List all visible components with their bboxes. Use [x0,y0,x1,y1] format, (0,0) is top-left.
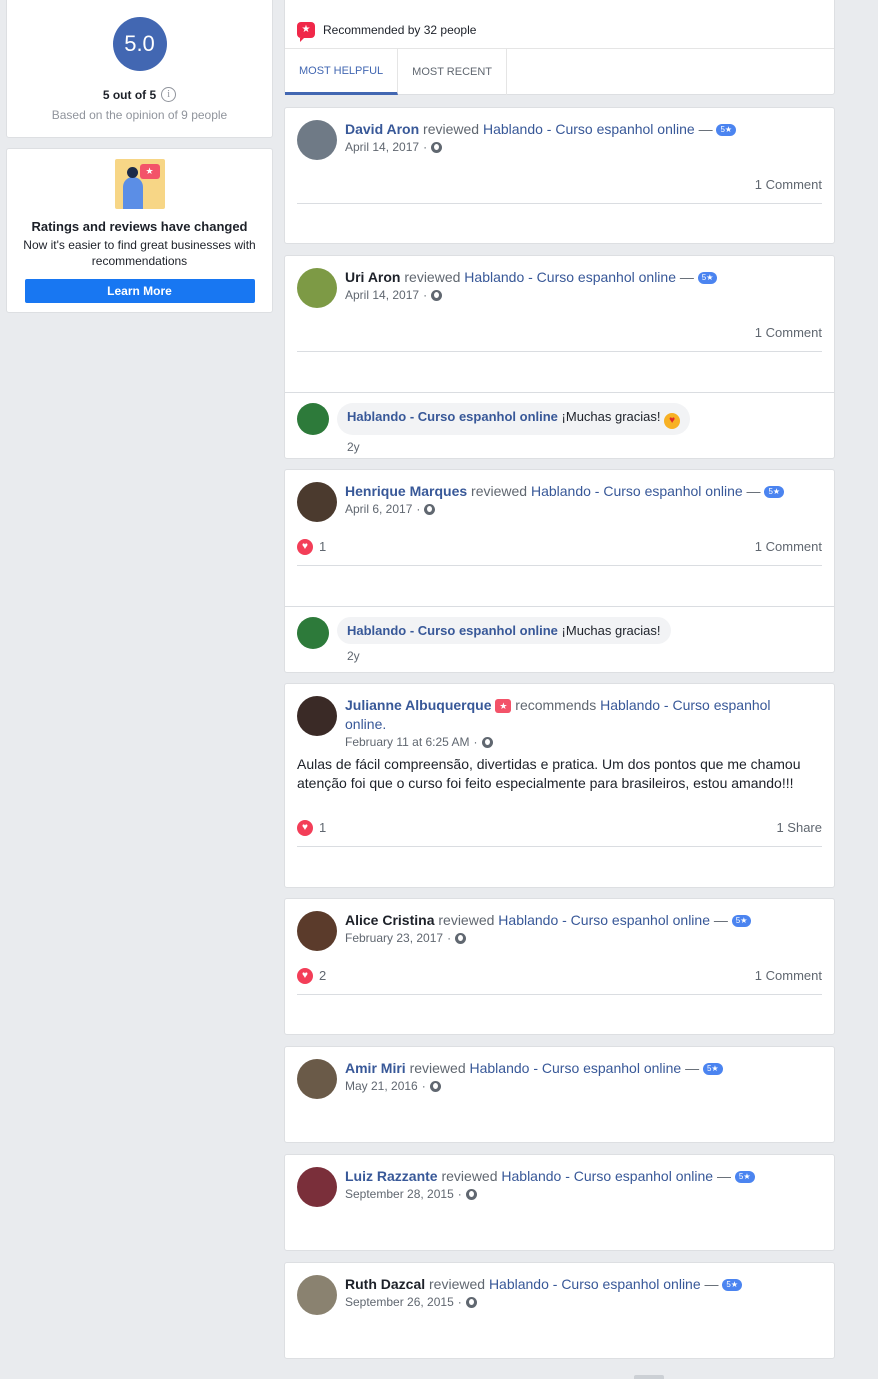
reply-text: ¡Muchas gracias! [561,623,661,638]
reply-time[interactable]: 2y [347,440,690,454]
review-card: David Aron reviewed Hablando - Curso esp… [284,107,835,244]
avatar[interactable] [297,482,337,522]
page-link[interactable]: Hablando - Curso espanhol online [464,269,676,285]
reply-text: ¡Muchas gracias! [561,409,661,424]
page-reply: Hablando - Curso espanhol online ¡Muchas… [285,606,834,663]
review-card: Luiz Razzante reviewed Hablando - Curso … [284,1154,835,1251]
page-link[interactable]: Hablando - Curso espanhol online [470,1060,682,1076]
recommendation-illustration: ★ [114,159,165,209]
reviewer-name[interactable]: Julianne Albuquerque [345,697,492,713]
share-count[interactable]: 1 Share [776,820,822,835]
review-card: Henrique Marques reviewed Hablando - Cur… [284,469,835,673]
comment-count[interactable]: 1 Comment [755,325,822,340]
avatar[interactable] [297,120,337,160]
comment-count[interactable]: 1 Comment [755,968,822,983]
star-rating-badge: 5★ [731,915,752,927]
rating-summary-card: 5.0 5 out of 5 i Based on the opinion of… [6,0,273,138]
avatar[interactable] [297,1275,337,1315]
love-reaction-icon: ♥ [297,819,313,836]
heart-eyes-emoji-icon: ♥ [664,413,681,429]
globe-icon [455,932,467,944]
reviewer-name[interactable]: Alice Cristina [345,912,434,928]
star-rating-badge: 5★ [697,272,718,284]
review-date[interactable]: May 21, 2016 [345,1079,418,1093]
comment-count[interactable]: 1 Comment [755,177,822,192]
tab-most-recent[interactable]: MOST RECENT [398,49,508,95]
scroll-indicator [634,1375,664,1379]
page-link[interactable]: Hablando - Curso espanhol [600,697,770,713]
page-link[interactable]: Hablando - Curso espanhol online [483,121,695,137]
reviewer-name[interactable]: Uri Aron [345,269,400,285]
review-card: Ruth Dazcal reviewed Hablando - Curso es… [284,1262,835,1359]
love-reaction-icon: ♥ [297,967,313,984]
review-date[interactable]: February 23, 2017 [345,931,443,945]
page-link[interactable]: Hablando - Curso espanhol online [489,1276,701,1292]
review-date[interactable]: September 26, 2015 [345,1295,454,1309]
review-card: Julianne Albuquerque ★ recommends Hablan… [284,683,835,888]
globe-icon [481,736,493,748]
reviewer-name[interactable]: David Aron [345,121,419,137]
page-avatar[interactable] [297,403,329,435]
page-link[interactable]: Hablando - Curso espanhol online [501,1168,713,1184]
globe-icon [431,289,443,301]
review-text: Aulas de fácil compreensão, divertidas e… [297,756,801,791]
comment-count[interactable]: 1 Comment [755,539,822,554]
reaction-count: 2 [319,968,327,983]
avatar[interactable] [297,1059,337,1099]
star-rating-badge: 5★ [702,1063,723,1075]
reviewer-name[interactable]: Henrique Marques [345,483,467,499]
star-rating-badge: 5★ [722,1279,743,1291]
globe-icon [465,1188,477,1200]
based-on-text: Based on the opinion of 9 people [51,108,228,122]
review-date[interactable]: February 11 at 6:25 AM [345,735,470,749]
recommended-count: Recommended by 32 people [323,23,477,37]
reply-author[interactable]: Hablando - Curso espanhol online [347,623,558,638]
star-rating-badge: 5★ [764,486,785,498]
page-link[interactable]: Hablando - Curso espanhol online [531,483,743,499]
star-rating-badge: 5★ [716,124,737,136]
avatar[interactable] [297,1167,337,1207]
review-date[interactable]: April 14, 2017 [345,288,419,302]
tab-most-helpful[interactable]: MOST HELPFUL [285,49,399,95]
reviewer-name[interactable]: Luiz Razzante [345,1168,438,1184]
overall-score: 5.0 [112,17,167,71]
ratings-changed-card: ★ Ratings and reviews have changed Now i… [6,148,273,313]
changed-title: Ratings and reviews have changed [31,219,248,234]
reviewer-name[interactable]: Ruth Dazcal [345,1276,425,1292]
avatar[interactable] [297,268,337,308]
globe-icon [465,1296,477,1308]
globe-icon [431,141,443,153]
recommends-icon: ★ [495,699,512,713]
globe-icon [424,503,436,515]
reply-time[interactable]: 2y [347,649,671,663]
reply-author[interactable]: Hablando - Curso espanhol online [347,409,558,424]
page-link[interactable]: Hablando - Curso espanhol online [498,912,710,928]
page-reply: Hablando - Curso espanhol online ¡Muchas… [285,392,834,454]
globe-icon [429,1080,441,1092]
review-date[interactable]: April 6, 2017 [345,502,412,516]
love-reaction-icon: ♥ [297,538,313,555]
reaction-count: 1 [319,820,327,835]
review-card: Alice Cristina reviewed Hablando - Curso… [284,898,835,1035]
review-card: Amir Miri reviewed Hablando - Curso espa… [284,1046,835,1143]
star-rating-badge: 5★ [734,1171,755,1183]
avatar[interactable] [297,696,337,736]
page-avatar[interactable] [297,617,329,649]
review-sort-tabs: MOST HELPFUL MOST RECENT [285,49,834,95]
reviewer-name[interactable]: Amir Miri [345,1060,406,1076]
learn-more-button[interactable]: Learn More [24,279,255,303]
review-card: Uri Aron reviewed Hablando - Curso espan… [284,255,835,459]
score-out-of: 5 out of 5 [102,87,157,102]
avatar[interactable] [297,911,337,951]
reaction-count: 1 [319,539,327,554]
info-icon[interactable]: i [161,87,177,102]
changed-description: Now it's easier to find great businesses… [23,238,256,268]
reviews-header-card: ★ Recommended by 32 people MOST HELPFUL … [284,0,835,95]
recommendation-icon: ★ [297,22,315,42]
review-date[interactable]: April 14, 2017 [345,140,419,154]
review-date[interactable]: September 28, 2015 [345,1187,454,1201]
